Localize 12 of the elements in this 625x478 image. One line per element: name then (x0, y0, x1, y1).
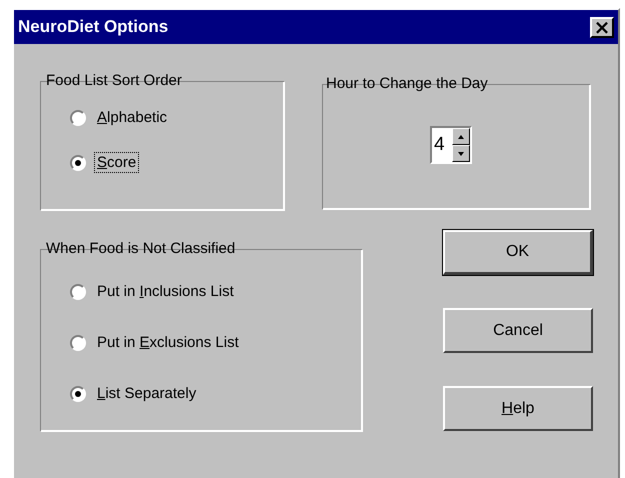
dialog-button[interactable]: OK (443, 230, 593, 275)
close-button[interactable]: × (590, 16, 614, 38)
dialog-button[interactable]: Help (443, 386, 593, 431)
group-title: When Food is Not Classified (45, 240, 236, 257)
group-title: Hour to Change the Day (325, 75, 489, 92)
group-title: Food List Sort Order (45, 72, 183, 89)
radio-option[interactable]: Put in Exclusions List (70, 332, 242, 353)
radio-option[interactable]: Put in Inclusions List (70, 281, 237, 302)
radio-option[interactable]: Alphabetic (70, 107, 170, 128)
window-title: NeuroDiet Options (18, 17, 168, 37)
radio-option[interactable]: List Separately (70, 383, 200, 404)
dialog-button[interactable]: Cancel (443, 308, 593, 353)
